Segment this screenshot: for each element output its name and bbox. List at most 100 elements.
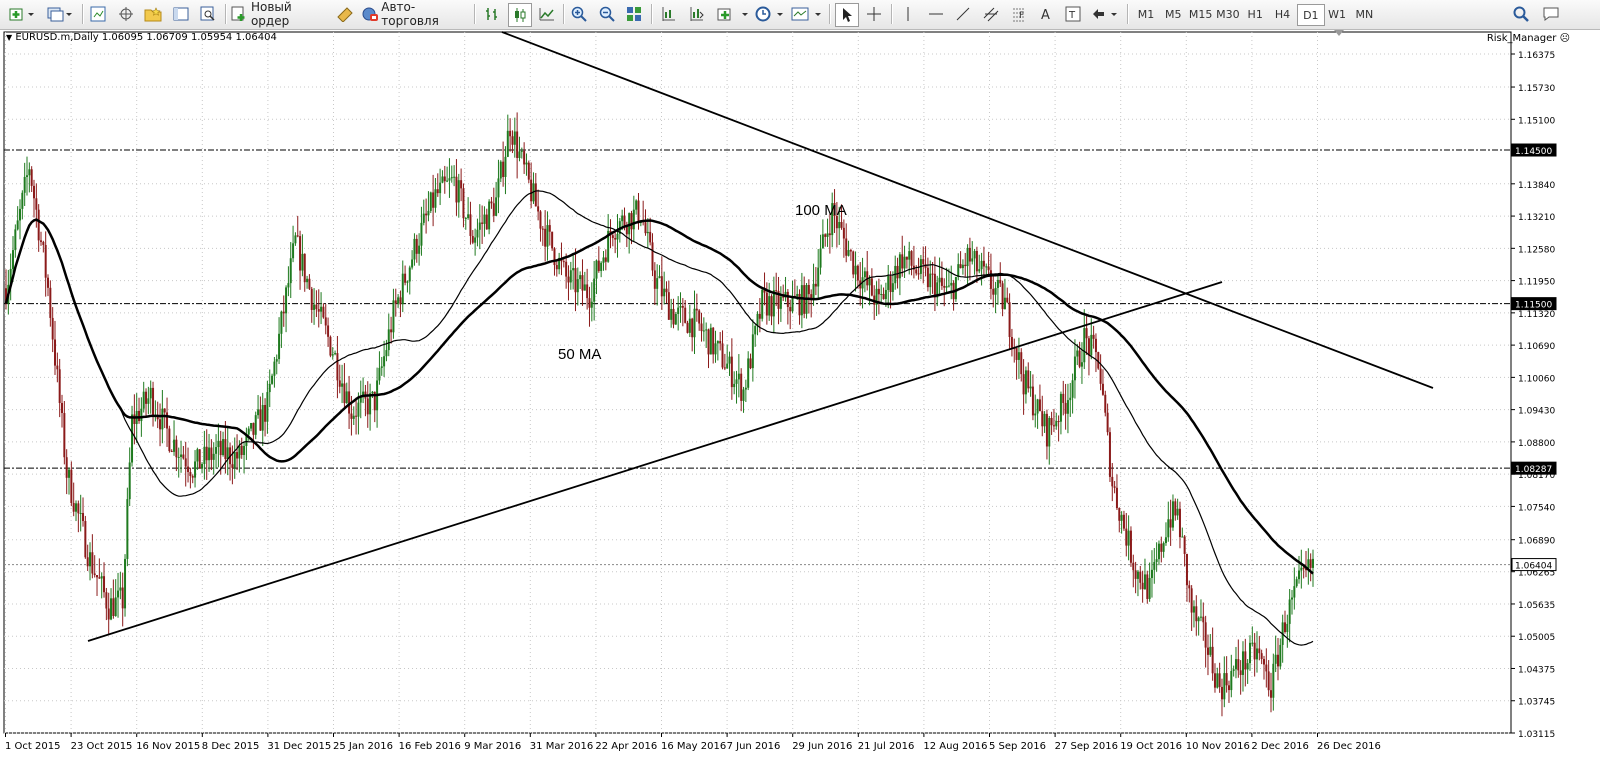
candle-body <box>539 211 542 229</box>
candle-body <box>103 576 106 593</box>
candle-body <box>33 185 36 199</box>
candle-body <box>236 452 239 459</box>
candle-body <box>553 248 556 266</box>
channel-icon <box>983 7 999 22</box>
timeframe-h1-button[interactable]: H1 <box>1242 4 1268 24</box>
candle-body <box>807 284 810 295</box>
price-chart[interactable]: 1 Oct 2015 23 Oct 2015 16 Nov 2015 8 Dec 20… <box>0 30 1600 774</box>
bar-chart-icon <box>486 8 497 20</box>
candle-body <box>614 238 617 240</box>
candle-body <box>814 283 817 287</box>
candle-body <box>82 513 85 522</box>
vertical-line-button[interactable] <box>897 3 919 25</box>
market-watch-button[interactable] <box>87 3 109 25</box>
candle-body <box>371 391 374 394</box>
candle-body <box>1101 383 1104 395</box>
channel-button[interactable] <box>980 3 1002 25</box>
zoom-out-button[interactable] <box>596 3 618 25</box>
templates-button[interactable] <box>790 3 824 25</box>
candle-body <box>1218 673 1221 687</box>
candle-body <box>1036 399 1039 414</box>
svg-text:F: F <box>1019 11 1024 21</box>
profiles-button[interactable] <box>44 3 76 25</box>
candle-body <box>394 300 397 304</box>
candle-body <box>653 270 656 289</box>
candle-body <box>378 367 381 381</box>
text-label-button[interactable]: T <box>1062 3 1084 25</box>
candle-body <box>660 276 663 297</box>
metaeditor-button[interactable] <box>334 3 356 25</box>
horizontal-line-button[interactable] <box>925 3 947 25</box>
candle-body <box>887 276 890 290</box>
chart-window[interactable]: 1 Oct 2015 23 Oct 2015 16 Nov 2015 8 Dec 20… <box>0 30 1600 774</box>
candle-body <box>975 250 978 272</box>
candle-body <box>733 383 736 388</box>
candle-body <box>14 229 17 251</box>
autotrading-button[interactable]: Авто-торговля <box>361 0 469 28</box>
candle-body <box>350 413 353 419</box>
candle-body <box>240 445 243 456</box>
candle-body <box>1171 501 1174 528</box>
tile-windows-button[interactable] <box>623 3 645 25</box>
text-button[interactable]: A <box>1035 3 1057 25</box>
market-watch-icon <box>90 6 106 22</box>
zoom-out-icon <box>599 6 615 22</box>
chat-button[interactable] <box>1540 3 1562 25</box>
new-order-button[interactable]: Новый ордер <box>231 0 329 28</box>
candle-body <box>569 270 572 283</box>
candlestick-chart-button[interactable] <box>508 3 532 27</box>
price-level-label: 1.11500 <box>1515 301 1552 311</box>
candle-body <box>649 231 652 243</box>
candle-body <box>1141 582 1144 590</box>
timeframe-mn-button[interactable]: MN <box>1351 4 1377 24</box>
candle-body <box>1167 519 1170 538</box>
arrows-button[interactable] <box>1090 3 1122 25</box>
candle-body <box>1239 670 1242 675</box>
candle-body <box>1150 569 1153 578</box>
bar-chart-button[interactable] <box>481 3 503 25</box>
price-tick-label: 1.11320 <box>1518 310 1555 320</box>
candle-body <box>635 200 638 210</box>
timeframe-h4-button[interactable]: H4 <box>1270 4 1296 24</box>
candle-body <box>959 264 962 269</box>
candle-body <box>142 391 145 409</box>
trendline-button[interactable] <box>952 3 974 25</box>
crosshair-button[interactable] <box>863 3 885 25</box>
candle-body <box>1293 586 1296 598</box>
strategy-tester-button[interactable] <box>197 3 219 25</box>
line-chart-button[interactable] <box>536 3 558 25</box>
chart-shift-button[interactable] <box>657 3 679 25</box>
fibonacci-button[interactable]: F <box>1008 3 1030 25</box>
new-chart-button[interactable] <box>6 3 38 25</box>
zoom-in-button[interactable] <box>568 3 590 25</box>
candle-body <box>1057 421 1060 423</box>
candle-body <box>49 287 52 318</box>
candle-body <box>667 292 670 320</box>
candle-body <box>751 334 754 369</box>
candle-body <box>847 250 850 256</box>
search-button[interactable] <box>1510 3 1532 25</box>
timeframe-m15-button[interactable]: M15 <box>1188 4 1214 24</box>
navigator-button[interactable] <box>115 3 137 25</box>
autoscroll-button[interactable] <box>685 3 707 25</box>
candle-body <box>1204 622 1207 648</box>
candle-body <box>915 269 918 274</box>
candle-body <box>299 236 302 271</box>
terminal-button[interactable] <box>170 3 192 25</box>
periods-button[interactable] <box>754 3 786 25</box>
favorites-button[interactable] <box>142 3 164 25</box>
candle-body <box>301 253 304 271</box>
candle-body <box>460 180 463 189</box>
candle-body <box>1078 350 1081 367</box>
timeframe-m5-button[interactable]: M5 <box>1160 4 1186 24</box>
timeframe-m1-button[interactable]: M1 <box>1133 4 1159 24</box>
time-tick-label: 19 Oct 2016 <box>1120 741 1182 752</box>
indicators-button[interactable] <box>716 3 750 25</box>
new-order-label: Новый ордер <box>250 0 292 28</box>
candle-body <box>1237 659 1240 671</box>
cursor-button[interactable] <box>835 3 859 27</box>
timeframe-m30-button[interactable]: M30 <box>1215 4 1241 24</box>
timeframe-d1-button[interactable]: D1 <box>1296 4 1325 26</box>
timeframe-w1-button[interactable]: W1 <box>1324 4 1350 24</box>
candle-body <box>761 289 764 319</box>
